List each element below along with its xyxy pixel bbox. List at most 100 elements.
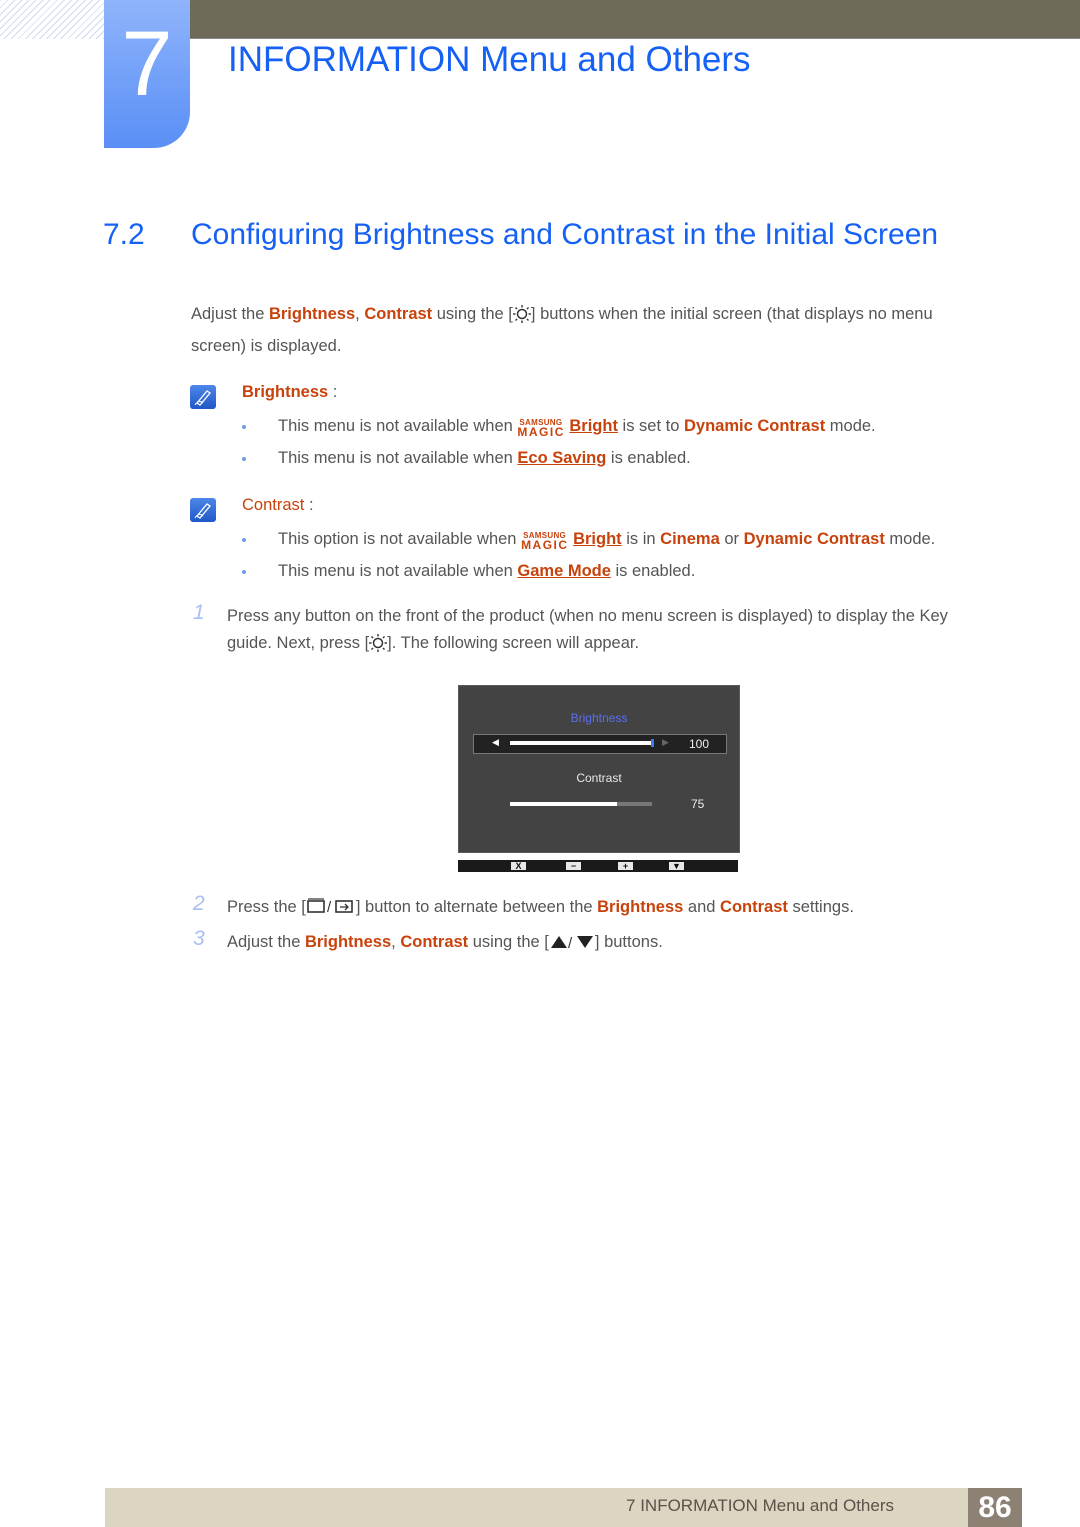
intro-text: ] buttons when the initial screen (that … xyxy=(530,305,933,323)
note-bullet: This menu is not available when SAMSUNG M… xyxy=(278,416,876,439)
bullet-text: This menu is not available when xyxy=(278,562,518,580)
osd-brightness-handle xyxy=(651,739,654,747)
step-text: ] button to alternate between the xyxy=(355,898,598,916)
bullet-text: or xyxy=(719,530,744,548)
page-footer: 7 INFORMATION Menu and Others xyxy=(105,1488,1022,1527)
intro-text: using the [ xyxy=(432,305,513,323)
plus-key-icon: + xyxy=(618,862,633,871)
header-hatch-decoration xyxy=(0,0,104,39)
brightness-highlight: Brightness xyxy=(597,898,684,916)
section-title: 7.2 Configuring Brightness and Contrast i… xyxy=(103,218,938,252)
osd-key-guide: X − + ▼ xyxy=(458,860,738,872)
step-text: Press the [ xyxy=(227,898,306,916)
intro-text: , xyxy=(355,305,365,323)
note-pencil-icon xyxy=(190,498,216,522)
step-text: using the [ xyxy=(468,933,549,951)
up-down-arrow-icon: / xyxy=(550,935,593,950)
logo-magic: MAGIC xyxy=(521,538,569,552)
step-text: settings. xyxy=(787,898,854,916)
intro-line-2: screen) is displayed. xyxy=(191,337,342,355)
dynamic-contrast-highlight: Dynamic Contrast xyxy=(684,417,826,435)
step-number: 3 xyxy=(193,927,205,950)
bullet-dot xyxy=(242,570,246,574)
footer-chapter-label: 7 INFORMATION Menu and Others xyxy=(626,1496,894,1515)
close-key-icon: X xyxy=(511,862,526,871)
step-text: guide. Next, press [ xyxy=(227,634,370,652)
bullet-text: This menu is not available when xyxy=(278,449,518,467)
step-1-line-2: guide. Next, press [ ]. The following scr… xyxy=(227,633,639,653)
step-text: ] buttons. xyxy=(594,933,663,951)
header-bar xyxy=(184,0,1080,39)
bullet-text: mode. xyxy=(825,417,876,435)
step-number: 2 xyxy=(193,892,205,915)
note-heading-brightness: Brightness : xyxy=(242,382,337,402)
section-title-text: Configuring Brightness and Contrast in t… xyxy=(191,218,939,251)
magic-bright-link[interactable]: Bright xyxy=(569,417,618,435)
logo-magic: MAGIC xyxy=(517,425,565,439)
note-bullet: This menu is not available when Game Mod… xyxy=(278,561,695,581)
game-mode-link[interactable]: Game Mode xyxy=(517,562,611,580)
svg-text:/: / xyxy=(327,899,332,915)
right-arrow-icon: ▶ xyxy=(662,737,669,747)
osd-brightness-fill xyxy=(510,741,652,745)
note-bullet: This option is not available when SAMSUN… xyxy=(278,529,936,552)
osd-contrast-fill xyxy=(510,802,617,806)
step-text: and xyxy=(683,898,721,916)
step-text: , xyxy=(391,933,401,951)
note-heading-colon: : xyxy=(328,383,338,401)
section-number: 7.2 xyxy=(103,218,145,251)
contrast-highlight: Contrast xyxy=(720,898,788,916)
samsung-magic-logo: SAMSUNG MAGIC xyxy=(521,529,573,552)
chapter-number: 7 xyxy=(121,13,173,115)
sun-icon xyxy=(512,305,531,323)
step-1-line-1: Press any button on the front of the pro… xyxy=(227,607,948,625)
minus-key-icon: − xyxy=(566,862,581,871)
dynamic-contrast-highlight: Dynamic Contrast xyxy=(743,530,885,548)
osd-contrast-label: Contrast xyxy=(576,771,622,785)
sun-icon xyxy=(369,634,388,652)
brightness-highlight: Brightness xyxy=(268,305,356,323)
bullet-text: This option is not available when xyxy=(278,530,522,548)
magic-bright-link[interactable]: Bright xyxy=(573,530,622,548)
left-arrow-icon: ◀ xyxy=(492,737,499,747)
bullet-text: is enabled. xyxy=(610,562,696,580)
bullet-text: is in xyxy=(621,530,661,548)
step-2-text: Press the [ / ] button to alternate betwee… xyxy=(227,897,854,917)
note-pencil-icon xyxy=(190,385,216,409)
bullet-dot xyxy=(242,538,246,542)
samsung-magic-logo: SAMSUNG MAGIC xyxy=(517,416,569,439)
intro-line-1: Adjust the Brightness, Contrast using th… xyxy=(191,304,933,324)
down-key-icon: ▼ xyxy=(669,862,684,871)
osd-contrast-value: 75 xyxy=(691,797,705,811)
intro-text: Adjust the xyxy=(191,305,269,323)
step-text: Adjust the xyxy=(227,933,305,951)
osd-brightness-row: ◀ ▶ 100 xyxy=(473,734,727,754)
osd-brightness-value: 100 xyxy=(689,737,710,751)
note-heading-contrast: Contrast : xyxy=(242,495,314,515)
cinema-highlight: Cinema xyxy=(660,530,720,548)
osd-screen: Brightness ◀ ▶ 100 Contrast 75 xyxy=(458,685,740,853)
bullet-dot xyxy=(242,457,246,461)
step-3-text: Adjust the Brightness, Contrast using th… xyxy=(227,932,663,952)
contrast-highlight: Contrast xyxy=(400,933,469,951)
step-number: 1 xyxy=(193,601,205,624)
note-heading-text: Contrast xyxy=(242,496,305,514)
brightness-highlight: Brightness xyxy=(304,933,392,951)
source-enter-button-icon: / xyxy=(307,898,353,915)
bullet-text: is set to xyxy=(617,417,684,435)
svg-text:/: / xyxy=(568,935,573,950)
contrast-highlight: Contrast xyxy=(364,305,433,323)
step-text: ]. The following screen will appear. xyxy=(387,634,640,652)
bullet-dot xyxy=(242,425,246,429)
bullet-text: is enabled. xyxy=(606,449,691,467)
note-bullet: This menu is not available when Eco Savi… xyxy=(278,448,691,468)
bullet-text: This menu is not available when xyxy=(278,417,518,435)
osd-brightness-label: Brightness xyxy=(570,711,628,725)
note-heading-text: Brightness xyxy=(242,383,329,401)
eco-saving-link[interactable]: Eco Saving xyxy=(517,449,606,467)
chapter-title: INFORMATION Menu and Others xyxy=(228,40,751,79)
page-number: 86 xyxy=(968,1488,1022,1527)
chapter-tab: 7 xyxy=(104,0,190,148)
bullet-text: mode. xyxy=(884,530,936,548)
note-heading-colon: : xyxy=(304,496,314,514)
